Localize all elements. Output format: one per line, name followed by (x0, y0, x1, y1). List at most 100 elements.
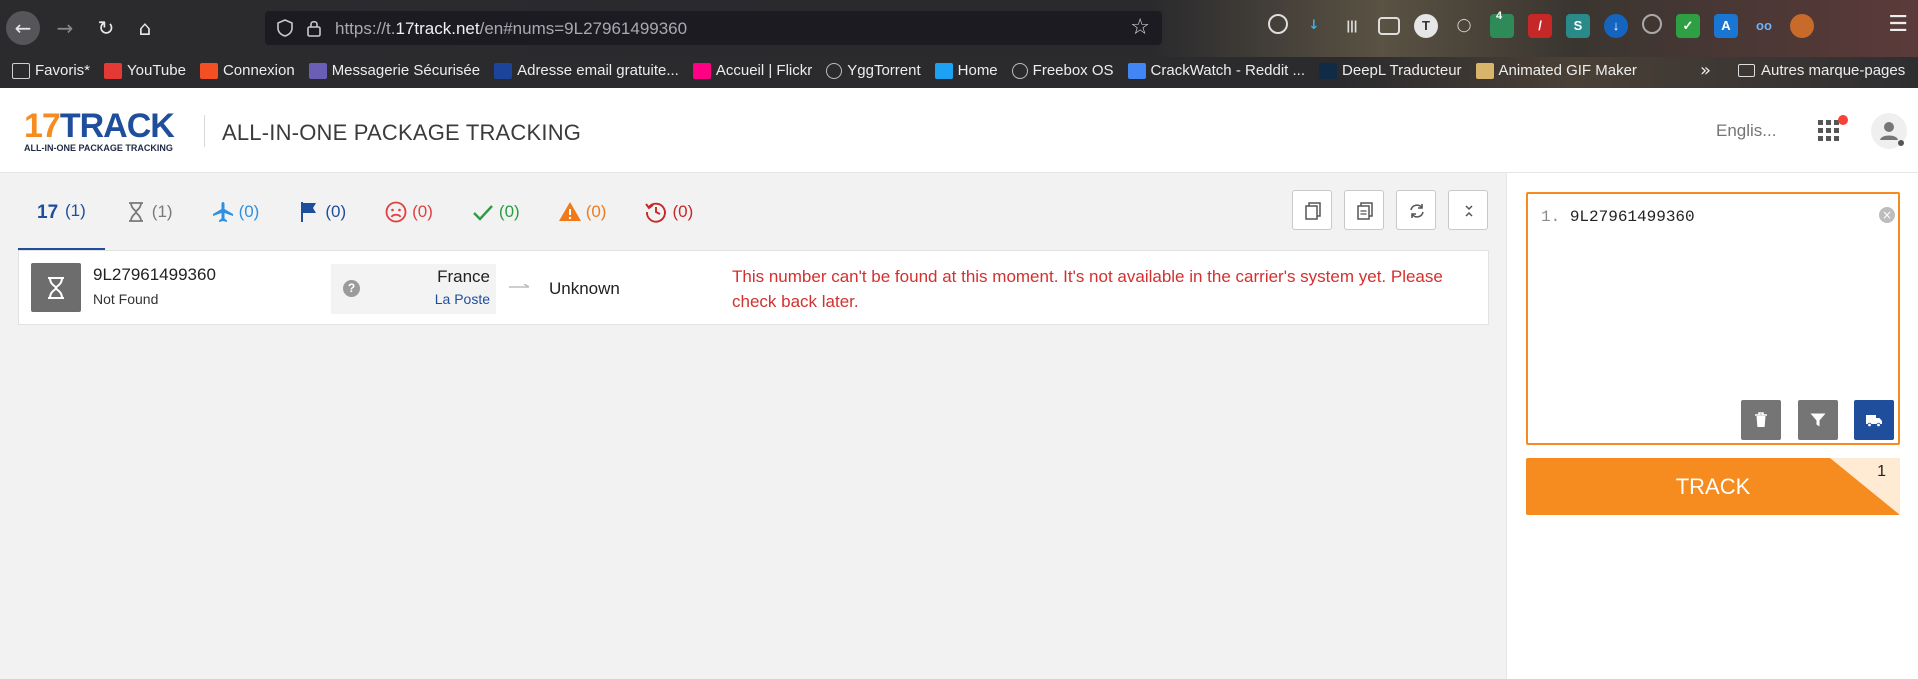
youtube-icon (104, 62, 123, 79)
help-icon[interactable]: ? (343, 280, 360, 297)
back-button[interactable]: ← (6, 11, 40, 45)
page-title: ALL-IN-ONE PACKAGE TRACKING (222, 120, 582, 145)
tab-count: (0) (325, 201, 347, 221)
refresh-button[interactable] (1396, 190, 1436, 230)
other-bookmarks-label: Autres marque-pages (1761, 62, 1906, 79)
apps-grid-icon[interactable] (1818, 120, 1840, 142)
copy-details-button[interactable] (1344, 190, 1384, 230)
language-selector[interactable]: Englis... (1716, 121, 1776, 141)
delete-button[interactable] (1741, 400, 1781, 440)
bookmarks-bar: Favoris* YouTube Connexion Messagerie Sécur… (0, 57, 1918, 88)
bookmark-label: Messagerie Sécurisée (331, 62, 481, 79)
result-tools (1292, 190, 1488, 230)
browser-toolbar: ← → ↻ ⌂ https://t.17track.net/en#nums=9L… (0, 0, 1918, 57)
bookmark-item[interactable]: Freebox OS (1011, 62, 1114, 79)
tab-alert[interactable]: (0) (539, 173, 626, 250)
collapse-button[interactable] (1448, 190, 1488, 230)
bookmark-star-icon[interactable]: ☆ (1130, 15, 1150, 40)
s-extension-icon[interactable]: S (1566, 14, 1590, 38)
menu-icon[interactable]: ☰ (1888, 12, 1908, 37)
url-text[interactable]: https://t.17track.net/en#nums=9L27961499… (335, 19, 687, 39)
tracking-numbers-textarea[interactable]: 1. 9L27961499360 × (1526, 192, 1900, 445)
bookmark-item[interactable]: CrackWatch - Reddit ... (1127, 62, 1305, 79)
clear-icon[interactable]: × (1879, 207, 1895, 223)
carrier-info[interactable]: ? France La Poste (331, 264, 496, 314)
pocket-icon[interactable] (1268, 14, 1288, 34)
globe-icon (826, 62, 843, 79)
other-bookmarks[interactable]: Autres marque-pages (1738, 62, 1905, 79)
destination-country: Unknown (549, 279, 620, 298)
lightbulb-icon[interactable]: ◯ (1452, 14, 1476, 38)
origin-country: France (437, 267, 490, 286)
17track-icon: 17 (37, 202, 58, 223)
input-value: 9L27961499360 (1569, 208, 1695, 226)
tab-pick-up[interactable]: (0) (278, 173, 365, 250)
hourglass-icon (48, 277, 64, 299)
bookmark-item[interactable]: YggTorrent (826, 62, 921, 79)
folder-icon (12, 62, 30, 79)
filter-button[interactable] (1798, 400, 1838, 440)
bookmark-item[interactable]: YouTube (104, 62, 186, 79)
address-bar[interactable]: https://t.17track.net/en#nums=9L27961499… (265, 11, 1162, 45)
lock-icon[interactable] (307, 19, 321, 37)
glasses-icon[interactable]: oo (1752, 14, 1776, 38)
copy-button[interactable] (1292, 190, 1332, 230)
bookmark-item[interactable]: Favoris* (12, 62, 90, 79)
library-icon[interactable]: ||| (1340, 14, 1364, 38)
route-arrow-icon (509, 284, 530, 288)
more-bookmarks-icon[interactable]: » (1700, 60, 1711, 81)
google-icon (1127, 62, 1146, 79)
collapse-icon (1465, 205, 1473, 217)
bookmark-item[interactable]: Connexion (199, 62, 295, 79)
home-button[interactable]: ⌂ (128, 11, 162, 45)
download-helper-icon[interactable]: ↓ (1604, 14, 1628, 38)
tab-undelivered[interactable]: (0) (365, 173, 452, 250)
flickr-icon (692, 62, 711, 79)
tracking-result-row[interactable]: 9L27961499360 Not Found ? France La Post… (18, 250, 1489, 325)
truck-icon (1866, 415, 1882, 428)
shield-icon[interactable] (277, 19, 293, 37)
bookmark-item[interactable]: Accueil | Flickr (692, 62, 812, 79)
tab-expired[interactable]: (0) (625, 173, 712, 250)
gmx-icon (494, 62, 513, 79)
gif-icon (1475, 62, 1494, 79)
shield-ext-icon[interactable] (1642, 14, 1662, 34)
check-icon (473, 204, 493, 221)
reload-button[interactable]: ↻ (89, 11, 123, 45)
translate-icon[interactable]: A (1714, 14, 1738, 38)
tab-in-transit[interactable]: (0) (192, 173, 279, 250)
filter-icon (1810, 413, 1826, 427)
track-button[interactable]: TRACK 1 (1526, 458, 1900, 515)
sad-face-icon (385, 201, 407, 222)
number-count-badge: 1 (1877, 463, 1886, 480)
carrier-select-button[interactable] (1854, 400, 1894, 440)
tracking-number[interactable]: 9L27961499360 (93, 265, 216, 285)
carrier-name[interactable]: La Poste (435, 291, 490, 307)
sidebar-icon[interactable] (1378, 17, 1400, 35)
monkey-icon[interactable] (1790, 14, 1814, 38)
bookmark-item[interactable]: Home (934, 62, 998, 79)
bookmark-item[interactable]: Animated GIF Maker (1475, 62, 1637, 79)
bookmark-label: Connexion (222, 62, 295, 79)
forward-button[interactable]: → (48, 11, 82, 45)
account-icon[interactable]: T (1414, 14, 1438, 38)
status-tabs: 17 (1) (1) (0) (0) (0) (0) (0) (0) (18, 173, 712, 250)
extension-badge-icon[interactable]: 4 (1490, 10, 1514, 38)
logo[interactable]: 17TRACK ALL-IN-ONE PACKAGE TRACKING (24, 109, 184, 153)
globe-icon (1011, 62, 1028, 79)
magic-wand-icon[interactable]: / (1528, 14, 1552, 38)
warning-icon (558, 201, 581, 221)
tab-delivered[interactable]: (0) (452, 173, 539, 250)
user-avatar-icon[interactable] (1871, 113, 1907, 149)
checklist-icon[interactable]: ✓ (1676, 14, 1700, 38)
bookmark-item[interactable]: Messagerie Sécurisée (308, 62, 481, 79)
bookmark-label: Animated GIF Maker (1498, 62, 1637, 79)
bookmark-item[interactable]: DeepL Traducteur (1319, 62, 1462, 79)
microsoft-icon (199, 62, 218, 79)
tab-count: (0) (498, 201, 520, 221)
tab-all[interactable]: 17 (1) (18, 173, 105, 250)
download-icon[interactable]: ↓ (1302, 14, 1326, 38)
bookmark-item[interactable]: Adresse email gratuite... (494, 62, 679, 79)
tab-not-found[interactable]: (1) (105, 173, 192, 250)
input-line[interactable]: 1. 9L27961499360 (1541, 208, 1695, 226)
